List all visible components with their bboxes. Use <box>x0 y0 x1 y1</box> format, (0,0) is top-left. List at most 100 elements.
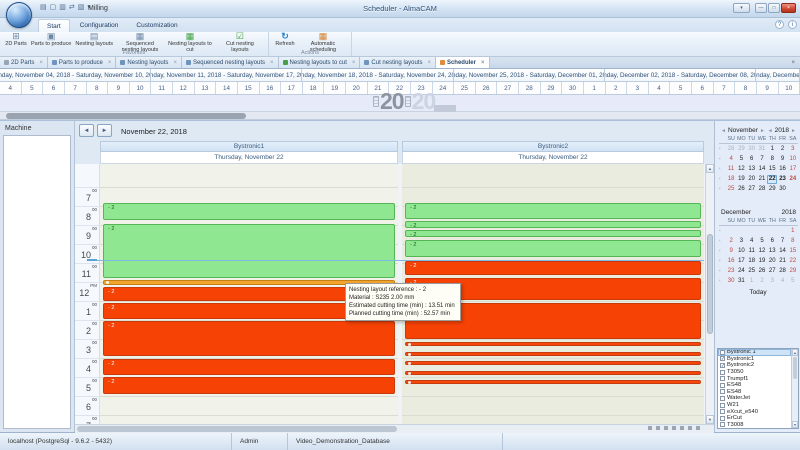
timeline-day-cell[interactable]: 5 <box>22 82 44 94</box>
calendar-day[interactable]: 21 <box>777 257 787 266</box>
timeline-day-cell[interactable]: 18 <box>303 82 325 94</box>
calendar-day[interactable]: 19 <box>736 175 746 184</box>
schedule-block-green[interactable]: - 2 <box>103 224 395 278</box>
checkbox-icon[interactable] <box>720 350 725 355</box>
schedule-block-red[interactable]: - 2 <box>103 377 395 394</box>
tab-close-icon[interactable]: × <box>427 60 431 66</box>
doc-tab-cut-nesting-layouts[interactable]: Cut nesting layouts× <box>360 57 436 68</box>
calendar-day[interactable]: 6 <box>747 155 757 164</box>
machine-list-item[interactable]: ES48 <box>718 389 791 396</box>
timeline-day-cell[interactable]: 13 <box>195 82 217 94</box>
calendar-day[interactable]: 3 <box>736 237 746 246</box>
qat-icon-2[interactable]: ▢ <box>50 3 57 13</box>
info-icon[interactable]: i <box>788 20 797 29</box>
calendar-day[interactable]: 31 <box>757 145 767 154</box>
calendar-day[interactable]: 5 <box>736 155 746 164</box>
timeline-day-cell[interactable]: 19 <box>324 82 346 94</box>
machine-list-scrollbar[interactable]: ▲ ▼ <box>791 349 798 428</box>
doc-tab-2d-parts[interactable]: 2D Parts× <box>0 57 48 68</box>
timeline-day-cell[interactable]: 30 <box>562 82 584 94</box>
calendar-day[interactable]: 13 <box>767 247 777 256</box>
ribbon-tab-configuration[interactable]: Configuration <box>72 19 127 32</box>
calendar-day[interactable]: 14 <box>757 165 767 174</box>
calendar-day[interactable]: 22 <box>767 175 777 184</box>
checkbox-icon[interactable] <box>720 389 725 394</box>
calendar-day[interactable]: 12 <box>757 247 767 256</box>
timeline-day-cell[interactable]: 4 <box>0 82 22 94</box>
timeline-day-cell[interactable]: 6 <box>692 82 714 94</box>
timeline-day-cell[interactable]: 1 <box>584 82 606 94</box>
calendar-day[interactable]: 1 <box>767 145 777 154</box>
close-button[interactable]: × <box>781 3 796 13</box>
calendar-day[interactable]: 23 <box>726 267 736 276</box>
calendar-day[interactable]: 4 <box>726 155 736 164</box>
timeline-day-cell[interactable]: 4 <box>649 82 671 94</box>
checkbox-icon[interactable] <box>720 422 725 427</box>
scroll-up-icon[interactable]: ▲ <box>706 164 714 173</box>
schedule-block-red[interactable]: - 2 <box>405 261 701 275</box>
calendar-day[interactable]: 10 <box>788 155 798 164</box>
help-icon[interactable]: ? <box>775 20 784 29</box>
calendar-day[interactable]: 25 <box>747 267 757 276</box>
ribbon-button-parts-to-produce[interactable]: ▣Parts to produce <box>29 32 73 48</box>
calendar-day[interactable]: 15 <box>767 165 777 174</box>
calendar-day[interactable]: 18 <box>747 257 757 266</box>
calendar-day[interactable]: 16 <box>726 257 736 266</box>
calendar-day[interactable]: 1 <box>747 277 757 286</box>
timeline-day-cell[interactable]: 7 <box>65 82 87 94</box>
doc-tab-scheduler[interactable]: Scheduler× <box>436 57 490 68</box>
calendar-day[interactable]: 28 <box>777 267 787 276</box>
calendar-day[interactable]: 17 <box>788 165 798 174</box>
schedule-block-green[interactable]: - 2 <box>103 203 395 220</box>
range-handle-icon[interactable] <box>373 96 379 107</box>
calendar-day[interactable]: 2 <box>757 277 767 286</box>
week-select-icon[interactable]: ‹ <box>719 238 726 244</box>
timeline-day-cell[interactable]: 16 <box>260 82 282 94</box>
week-select-icon[interactable]: ‹ <box>719 146 726 152</box>
machine-list-item[interactable]: WaterJet <box>718 395 791 402</box>
scroll-up-icon[interactable]: ▲ <box>792 349 798 356</box>
doc-tab-sequenced-nesting-layouts[interactable]: Sequenced nesting layouts× <box>182 57 279 68</box>
calendar-day[interactable]: 21 <box>757 175 767 184</box>
qat-icon-1[interactable]: ▤ <box>40 3 47 13</box>
schedule-block-bar[interactable] <box>405 361 701 365</box>
calendar-day[interactable]: 28 <box>726 145 736 154</box>
schedule-block-red[interactable]: - 2 <box>103 321 395 356</box>
timeline-day-cell[interactable]: 5 <box>670 82 692 94</box>
tab-close-icon[interactable]: × <box>270 60 274 66</box>
calendar-day[interactable]: 14 <box>777 247 787 256</box>
calendar-day[interactable]: 28 <box>757 185 767 194</box>
calendar-day[interactable]: 4 <box>747 237 757 246</box>
checkbox-icon[interactable] <box>720 363 725 368</box>
timeline-day-cell[interactable]: 11 <box>151 82 173 94</box>
timeline-scrollbar-thumb[interactable] <box>6 113 246 119</box>
checkbox-icon[interactable] <box>720 409 725 414</box>
machine-list-item[interactable]: Bystronic2 <box>718 362 791 369</box>
scroll-down-icon[interactable]: ▼ <box>792 421 798 428</box>
machine-list-item[interactable]: ES48 <box>718 382 791 389</box>
doc-tab-parts-to-produce[interactable]: Parts to produce× <box>48 57 117 68</box>
timeline-day-cell[interactable]: 12 <box>173 82 195 94</box>
ribbon-button-refresh[interactable]: ↻Refresh <box>272 32 298 48</box>
application-menu-orb-icon[interactable] <box>6 2 32 28</box>
calendar-day[interactable]: 31 <box>736 277 746 286</box>
horizontal-scrollbar[interactable] <box>75 424 714 433</box>
calendar-day[interactable]: 3 <box>767 277 777 286</box>
calendar-day[interactable]: 2 <box>726 237 736 246</box>
prev-month-icon[interactable]: ◄ <box>721 128 726 134</box>
week-select-icon[interactable]: ‹ <box>719 268 726 274</box>
calendar-day[interactable]: 30 <box>777 185 787 194</box>
schedule-block-green[interactable]: - 2 <box>405 203 701 219</box>
scroll-down-icon[interactable]: ▼ <box>706 415 714 424</box>
calendar-day[interactable]: 20 <box>767 257 777 266</box>
checkbox-icon[interactable] <box>720 370 725 375</box>
timeline-day-cell[interactable]: 2 <box>606 82 628 94</box>
range-slider-thumb[interactable] <box>434 105 456 112</box>
tab-close-icon[interactable]: × <box>39 60 43 66</box>
calendar-day[interactable]: 20 <box>747 175 757 184</box>
tab-close-icon[interactable]: × <box>108 60 112 66</box>
calendar-day[interactable]: 22 <box>788 257 798 266</box>
machine-list-item[interactable]: Bystronic 1 <box>718 349 791 356</box>
calendar-day[interactable]: 11 <box>726 165 736 174</box>
zoom-controls[interactable] <box>648 426 700 430</box>
